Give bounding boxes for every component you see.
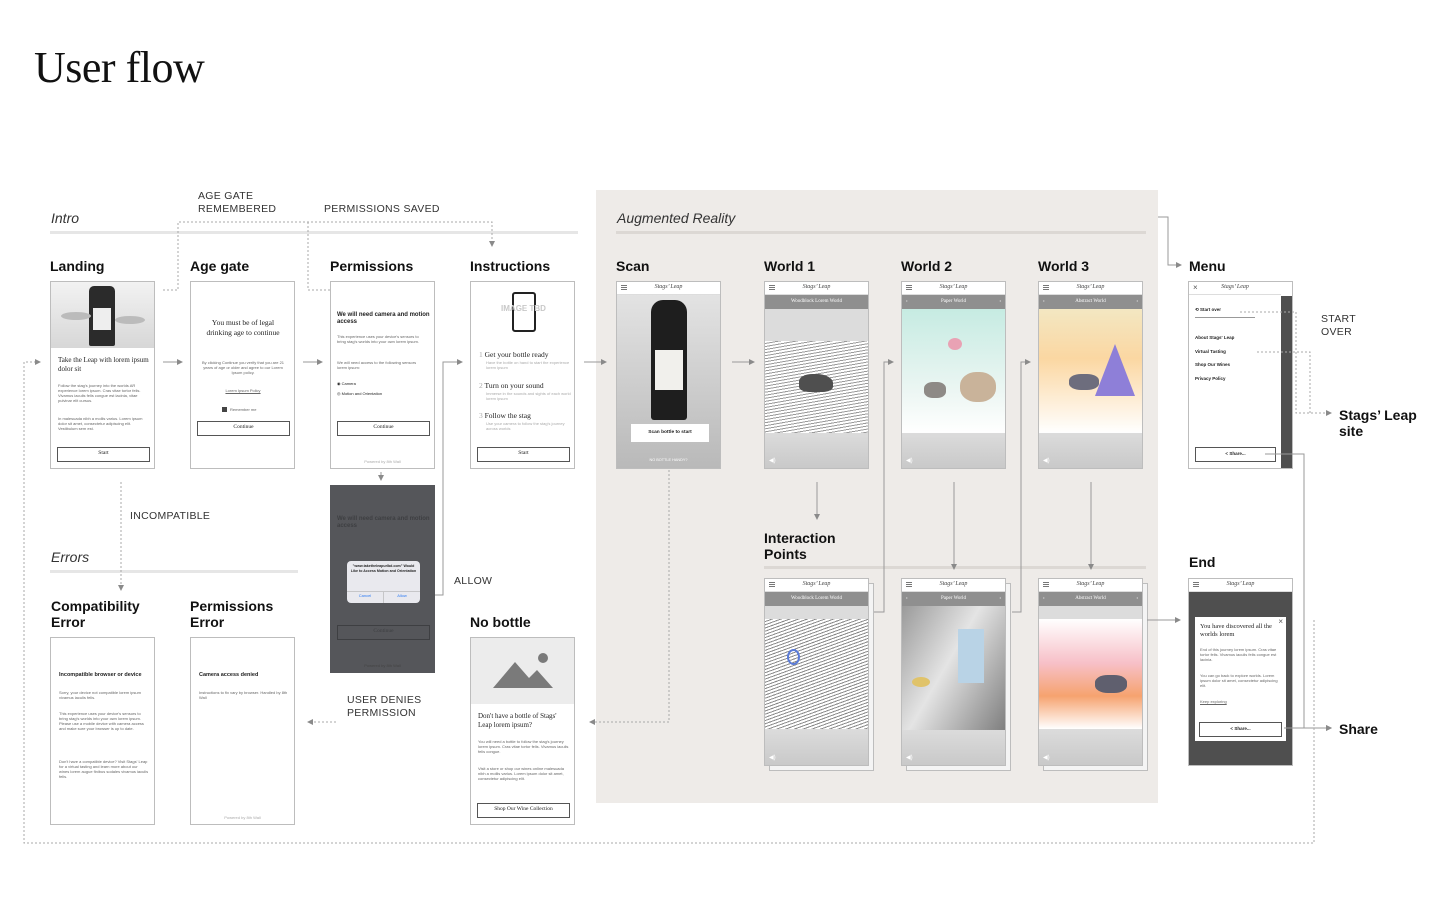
arrow-interaction2-world3 — [1012, 359, 1031, 613]
dashed-permissions-saved — [307, 222, 330, 291]
flow-connectors — [23, 216, 1332, 844]
dashed-start-over — [1240, 311, 1332, 416]
dashed-no-bottle — [589, 470, 670, 725]
arrow-ar-menu — [1158, 216, 1182, 268]
arrow-allow-instructions — [435, 359, 463, 596]
arrow-menu-share — [1265, 453, 1332, 731]
dashed-age-remembered — [163, 221, 495, 291]
arrow-interaction1-world2 — [874, 359, 894, 613]
dashed-menu-site — [1257, 351, 1311, 413]
